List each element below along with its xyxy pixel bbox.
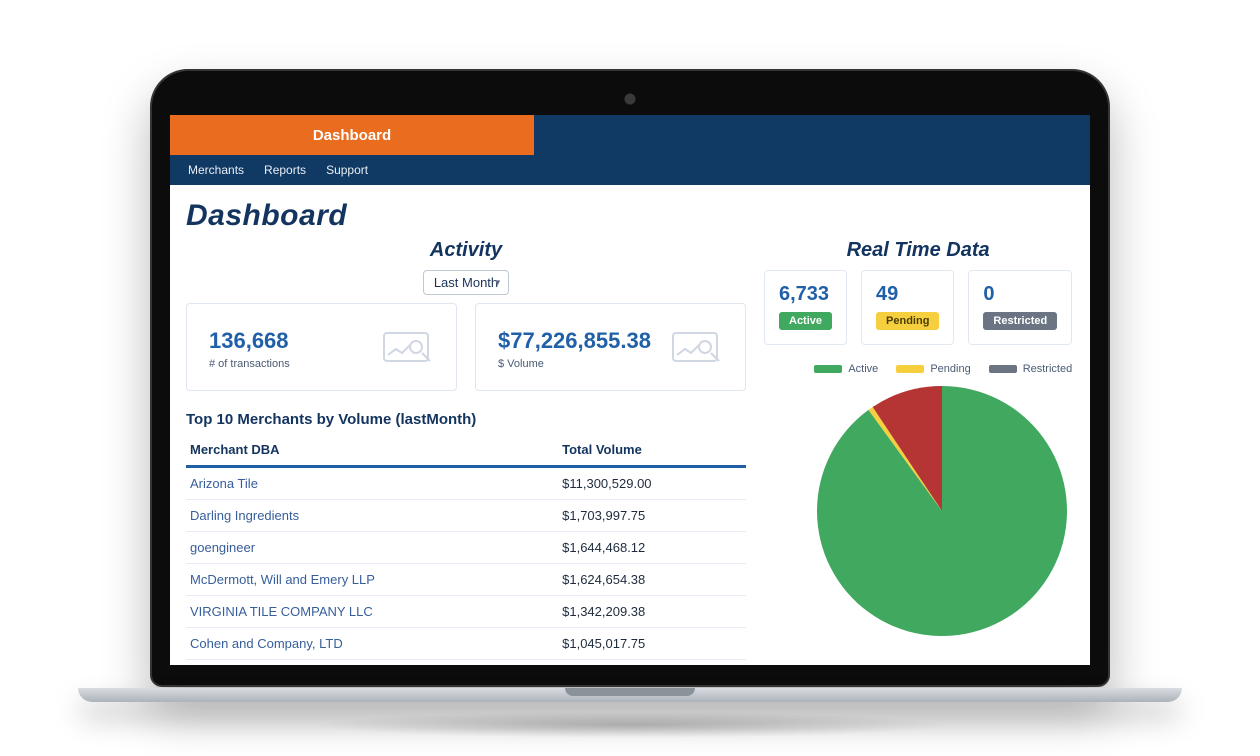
realtime-pie-chart xyxy=(764,381,1072,641)
legend-restricted: Restricted xyxy=(989,363,1073,375)
activity-panel: Activity Last Month ▾ 136,668 # of trans… xyxy=(186,239,746,665)
top-merchants-table: Merchant DBA Total Volume Arizona Tile$1… xyxy=(186,434,746,665)
tab-dashboard[interactable]: Dashboard xyxy=(170,115,534,155)
pending-value: 49 xyxy=(876,283,939,306)
table-row[interactable]: Arizona Tile$11,300,529.00 xyxy=(186,467,746,500)
merchant-dba[interactable]: goengineer xyxy=(186,532,558,564)
merchant-volume: $1,045,017.75 xyxy=(558,628,746,660)
active-badge: Active xyxy=(779,312,832,330)
period-select-value: Last Month xyxy=(434,275,498,290)
col-volume[interactable]: Total Volume xyxy=(558,434,746,467)
realtime-panel: Real Time Data 6,733 Active 49 Pending 0 xyxy=(764,239,1072,641)
page-title: Dashboard xyxy=(186,199,1070,233)
pending-card: 49 Pending xyxy=(861,270,954,345)
legend-active: Active xyxy=(814,363,878,375)
realtime-heading: Real Time Data xyxy=(764,239,1072,262)
table-row[interactable]: Cohen and Company, LTD$1,045,017.75 xyxy=(186,628,746,660)
merchant-volume: $1,644,468.12 xyxy=(558,532,746,564)
merchant-volume: $1,703,997.75 xyxy=(558,500,746,532)
table-row[interactable]: goengineer$1,644,468.12 xyxy=(186,532,746,564)
nav-reports[interactable]: Reports xyxy=(264,163,306,177)
restricted-value: 0 xyxy=(983,283,1057,306)
transactions-label: # of transactions xyxy=(209,358,290,370)
merchant-dba[interactable]: Arizona Tile xyxy=(186,467,558,500)
sub-nav: Merchants Reports Support xyxy=(170,155,1090,185)
merchant-volume: $1,624,654.38 xyxy=(558,564,746,596)
table-row[interactable]: VIRGINIA TILE COMPANY LLC$1,342,209.38 xyxy=(186,596,746,628)
laptop-notch xyxy=(565,688,695,696)
pending-badge: Pending xyxy=(876,312,939,330)
merchant-volume: $879,608.94 xyxy=(558,660,746,666)
top-merchants-title: Top 10 Merchants by Volume (lastMonth) xyxy=(186,411,746,428)
table-row[interactable]: McDermott, Will and Emery LLP$1,624,654.… xyxy=(186,564,746,596)
nav-support[interactable]: Support xyxy=(326,163,368,177)
chart-legend: Active Pending Restricted xyxy=(764,363,1072,375)
merchant-dba[interactable]: Old Point National Bank xyxy=(186,660,558,666)
active-value: 6,733 xyxy=(779,283,832,306)
table-row[interactable]: Old Point National Bank$879,608.94 xyxy=(186,660,746,666)
laptop-shadow xyxy=(310,712,950,738)
merchant-dba[interactable]: Cohen and Company, LTD xyxy=(186,628,558,660)
activity-heading: Activity xyxy=(186,239,746,262)
chevron-down-icon: ▾ xyxy=(495,277,500,288)
nav-merchants[interactable]: Merchants xyxy=(188,163,244,177)
volume-card: $77,226,855.38 $ Volume xyxy=(475,303,746,391)
col-merchant[interactable]: Merchant DBA xyxy=(186,434,558,467)
volume-value: $77,226,855.38 xyxy=(498,328,651,354)
active-card: 6,733 Active xyxy=(764,270,847,345)
transactions-card: 136,668 # of transactions xyxy=(186,303,457,391)
content: Dashboard Activity Last Month ▾ xyxy=(170,185,1090,665)
top-nav: Dashboard xyxy=(170,115,1090,155)
restricted-badge: Restricted xyxy=(983,312,1057,330)
screen: Dashboard Merchants Reports Support Dash… xyxy=(170,115,1090,665)
analytics-icon xyxy=(378,327,434,371)
restricted-card: 0 Restricted xyxy=(968,270,1072,345)
merchant-dba[interactable]: Darling Ingredients xyxy=(186,500,558,532)
merchant-dba[interactable]: McDermott, Will and Emery LLP xyxy=(186,564,558,596)
volume-label: $ Volume xyxy=(498,358,651,370)
period-select[interactable]: Last Month ▾ xyxy=(423,270,509,295)
merchant-dba[interactable]: VIRGINIA TILE COMPANY LLC xyxy=(186,596,558,628)
tab-dashboard-label: Dashboard xyxy=(313,127,391,144)
transactions-value: 136,668 xyxy=(209,328,290,354)
legend-pending: Pending xyxy=(896,363,970,375)
merchant-volume: $11,300,529.00 xyxy=(558,467,746,500)
laptop-frame: Dashboard Merchants Reports Support Dash… xyxy=(150,69,1110,687)
table-row[interactable]: Darling Ingredients$1,703,997.75 xyxy=(186,500,746,532)
analytics-icon xyxy=(667,327,723,371)
merchant-volume: $1,342,209.38 xyxy=(558,596,746,628)
